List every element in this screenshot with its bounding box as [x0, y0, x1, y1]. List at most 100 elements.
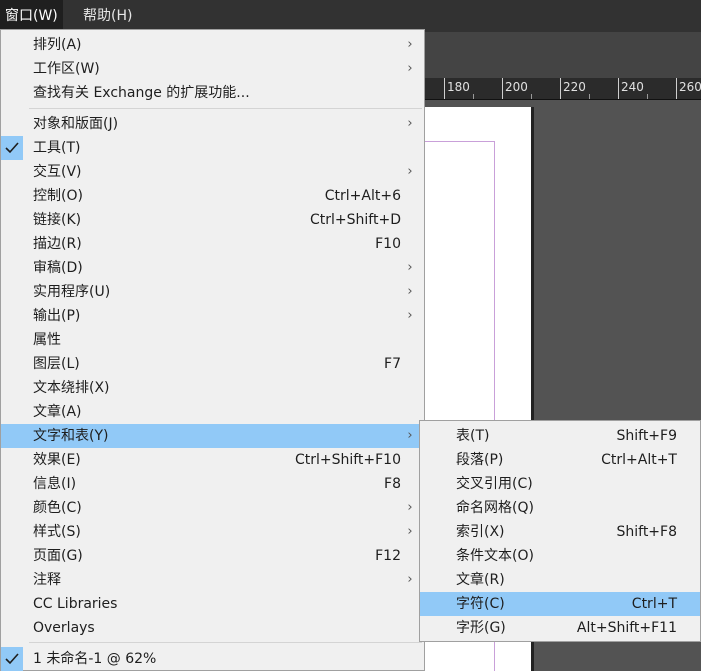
- menu-item-label: 文本绕排(X): [33, 380, 110, 396]
- chevron-right-icon: ›: [407, 524, 413, 539]
- chevron-right-icon: ›: [407, 500, 413, 515]
- menu-item-label: 段落(P): [456, 452, 504, 468]
- menu-item-label: 命名网格(Q): [456, 500, 534, 516]
- menu-item-label: 交叉引用(C): [456, 476, 533, 492]
- window-menu-item-查找有关-exchange-的扩展功能[interactable]: 查找有关 Exchange 的扩展功能...: [1, 81, 424, 105]
- shortcut-label: Ctrl+Alt+6: [324, 188, 401, 204]
- window-menu-item-1-未命名-1-62[interactable]: 1 未命名-1 @ 62%: [1, 647, 424, 671]
- menu-item-label: 字形(G): [456, 620, 506, 636]
- type-submenu-item-交叉引用[interactable]: 交叉引用(C): [420, 472, 700, 496]
- window-menu-item-描边[interactable]: 描边(R) F10: [1, 232, 424, 256]
- window-menu-item-文字和表[interactable]: 文字和表(Y) ›: [1, 424, 424, 448]
- shortcut-label: F12: [375, 548, 401, 564]
- chevron-right-icon: ›: [407, 164, 413, 179]
- window-menu-item-overlays[interactable]: Overlays: [1, 616, 424, 640]
- menu-item-label: 描边(R): [33, 236, 82, 252]
- document-tab-strip: [424, 32, 701, 78]
- window-menu-item-注释[interactable]: 注释 ›: [1, 568, 424, 592]
- type-submenu-item-文章[interactable]: 文章(R): [420, 568, 700, 592]
- menu-item-label: 交互(V): [33, 164, 82, 180]
- menu-item-label: 页面(G): [33, 548, 83, 564]
- window-menu-item-cc-libraries[interactable]: CC Libraries: [1, 592, 424, 616]
- window-menu-item-文章[interactable]: 文章(A): [1, 400, 424, 424]
- window-menu-item-图层[interactable]: 图层(L) F7: [1, 352, 424, 376]
- horizontal-ruler[interactable]: 180 200 220 240 260: [424, 78, 701, 100]
- menu-item-label: 样式(S): [33, 524, 81, 540]
- ruler-label: 260: [679, 80, 701, 94]
- window-menu-item-属性[interactable]: 属性: [1, 328, 424, 352]
- chevron-right-icon: ›: [407, 260, 413, 275]
- window-menu-item-实用程序[interactable]: 实用程序(U) ›: [1, 280, 424, 304]
- menu-item-label: 索引(X): [456, 524, 505, 540]
- menu-item-label: 控制(O): [33, 188, 83, 204]
- menu-item-label: 实用程序(U): [33, 284, 111, 300]
- ruler-label: 240: [621, 80, 644, 94]
- window-menu-item-效果[interactable]: 效果(E) Ctrl+Shift+F10: [1, 448, 424, 472]
- menu-item-label: 排列(A): [33, 37, 82, 53]
- type-submenu-item-字符[interactable]: 字符(C) Ctrl+T: [420, 592, 700, 616]
- type-submenu-item-索引[interactable]: 索引(X) Shift+F8: [420, 520, 700, 544]
- chevron-right-icon: ›: [407, 61, 413, 76]
- shortcut-label: Ctrl+Shift+D: [310, 212, 401, 228]
- window-menu-item-交互[interactable]: 交互(V) ›: [1, 160, 424, 184]
- shortcut-label: F10: [375, 236, 401, 252]
- menu-item-label: CC Libraries: [33, 596, 118, 612]
- type-submenu-item-表[interactable]: 表(T) Shift+F9: [420, 424, 700, 448]
- window-menu-item-颜色[interactable]: 颜色(C) ›: [1, 496, 424, 520]
- menu-item-label: 字符(C): [456, 596, 505, 612]
- window-menu-item-对象和版面[interactable]: 对象和版面(J) ›: [1, 112, 424, 136]
- window-menu-item-文本绕排[interactable]: 文本绕排(X): [1, 376, 424, 400]
- shortcut-label: Alt+Shift+F11: [576, 620, 677, 636]
- menu-item-label: 图层(L): [33, 356, 80, 372]
- menu-bar: 窗口(W) 帮助(H): [0, 0, 701, 32]
- menu-item-label: 链接(K): [33, 212, 82, 228]
- type-tables-submenu: 表(T) Shift+F9 段落(P) Ctrl+Alt+T 交叉引用(C) 命名网格(Q…: [419, 420, 701, 642]
- menu-item-label: 注释: [33, 572, 61, 588]
- window-menu-item-工作区[interactable]: 工作区(W) ›: [1, 57, 424, 81]
- shortcut-label: F8: [384, 476, 401, 492]
- window-menu-item-页面[interactable]: 页面(G) F12: [1, 544, 424, 568]
- window-menu-item-排列[interactable]: 排列(A) ›: [1, 33, 424, 57]
- chevron-right-icon: ›: [407, 308, 413, 323]
- menu-item-label: Overlays: [33, 620, 95, 636]
- menu-window[interactable]: 窗口(W): [0, 0, 63, 32]
- shortcut-label: Ctrl+Shift+F10: [294, 452, 401, 468]
- chevron-right-icon: ›: [407, 572, 413, 587]
- menu-item-label: 对象和版面(J): [33, 116, 119, 132]
- shortcut-label: Shift+F9: [616, 428, 677, 444]
- menu-item-label: 文字和表(Y): [33, 428, 109, 444]
- chevron-right-icon: ›: [407, 428, 413, 443]
- window-menu-item-审稿[interactable]: 审稿(D) ›: [1, 256, 424, 280]
- menu-item-label: 工具(T): [33, 140, 81, 156]
- type-submenu-item-字形[interactable]: 字形(G) Alt+Shift+F11: [420, 616, 700, 640]
- menu-help[interactable]: 帮助(H): [78, 0, 137, 32]
- window-menu-item-信息[interactable]: 信息(I) F8: [1, 472, 424, 496]
- window-menu-item-控制[interactable]: 控制(O) Ctrl+Alt+6: [1, 184, 424, 208]
- menu-item-label: 颜色(C): [33, 500, 82, 516]
- shortcut-label: F7: [384, 356, 401, 372]
- window-menu-item-链接[interactable]: 链接(K) Ctrl+Shift+D: [1, 208, 424, 232]
- shortcut-label: Shift+F8: [616, 524, 677, 540]
- menu-separator: [29, 108, 422, 109]
- window-menu-item-工具[interactable]: 工具(T): [1, 136, 424, 160]
- type-submenu-item-条件文本[interactable]: 条件文本(O): [420, 544, 700, 568]
- type-submenu-item-段落[interactable]: 段落(P) Ctrl+Alt+T: [420, 448, 700, 472]
- menu-item-label: 审稿(D): [33, 260, 83, 276]
- menu-item-label: 信息(I): [33, 476, 77, 492]
- checkmark-icon: [1, 136, 23, 160]
- window-menu-item-样式[interactable]: 样式(S) ›: [1, 520, 424, 544]
- menu-item-label: 表(T): [456, 428, 490, 444]
- type-submenu-item-命名网格[interactable]: 命名网格(Q): [420, 496, 700, 520]
- menu-item-label: 文章(A): [33, 404, 82, 420]
- menu-item-label: 工作区(W): [33, 61, 100, 77]
- menu-item-label: 效果(E): [33, 452, 81, 468]
- checkmark-icon: [1, 647, 23, 671]
- chevron-right-icon: ›: [407, 116, 413, 131]
- menu-item-label: 1 未命名-1 @ 62%: [33, 651, 157, 667]
- shortcut-label: Ctrl+T: [631, 596, 677, 612]
- window-menu: 排列(A) › 工作区(W) › 查找有关 Exchange 的扩展功能... 对象和版面…: [0, 29, 425, 671]
- menu-item-label: 查找有关 Exchange 的扩展功能...: [33, 85, 250, 101]
- chevron-right-icon: ›: [407, 284, 413, 299]
- window-menu-item-输出[interactable]: 输出(P) ›: [1, 304, 424, 328]
- chevron-right-icon: ›: [407, 37, 413, 52]
